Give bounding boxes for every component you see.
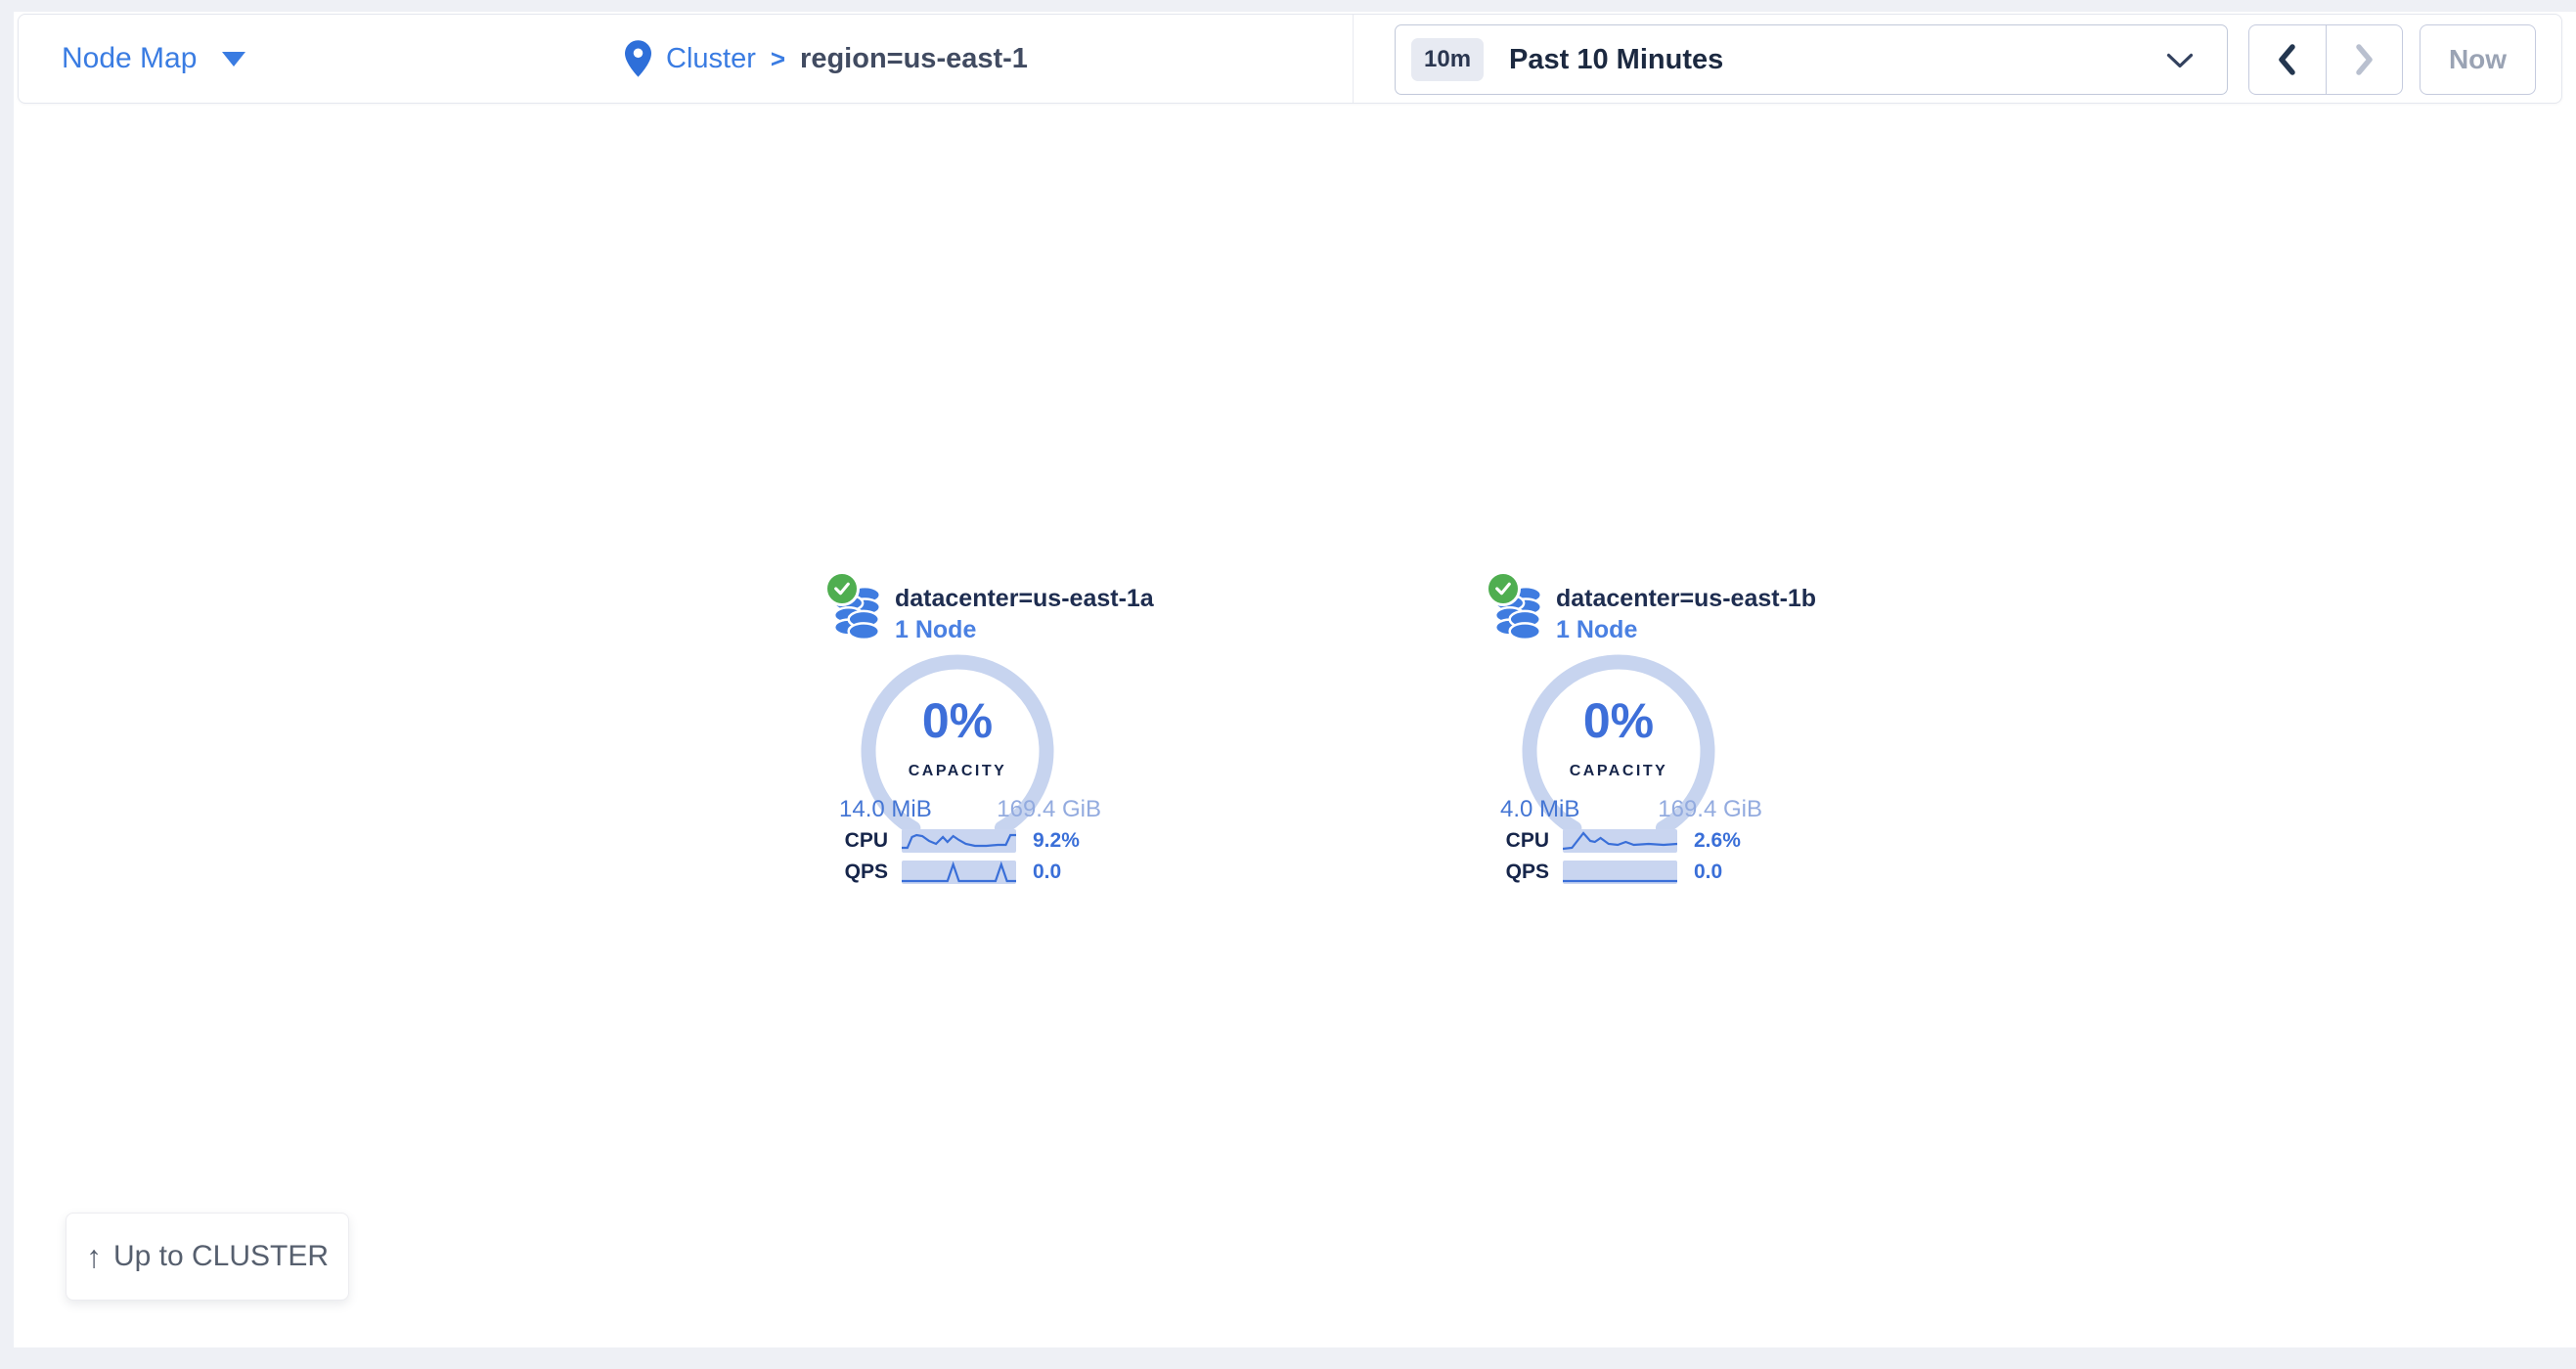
toolbar: Node Map Cluster > region=us-east-1 10m … <box>18 14 2562 104</box>
datacenter-icon-group <box>822 569 892 647</box>
qps-label: QPS <box>841 861 888 884</box>
chevron-left-icon <box>2277 43 2298 76</box>
node-map-canvas <box>14 12 2576 1347</box>
up-to-cluster-label: Up to CLUSTER <box>113 1240 329 1273</box>
datacenter-card-us-east-1b[interactable]: datacenter=us-east-1b 1 Node 0% CAPACITY… <box>1483 569 1776 902</box>
capacity-label: CAPACITY <box>1521 763 1716 780</box>
view-selector-label: Node Map <box>62 42 197 75</box>
check-circle-icon <box>1486 571 1521 606</box>
datacenter-card-us-east-1a[interactable]: datacenter=us-east-1a 1 Node 0% CAPACITY… <box>822 569 1115 902</box>
capacity-total: 169.4 GiB <box>997 796 1101 823</box>
qps-metric-row: QPS 0.0 <box>1502 861 1776 884</box>
metrics: CPU 2.6% QPS 0.0 <box>1502 829 1776 884</box>
capacity-values: 14.0 MiB 169.4 GiB <box>839 796 1101 823</box>
capacity-percent: 0% <box>860 692 1055 749</box>
qps-sparkline <box>1563 861 1677 884</box>
cpu-sparkline <box>902 829 1016 853</box>
capacity-used: 4.0 MiB <box>1500 796 1579 823</box>
datacenter-icon-group <box>1483 569 1553 647</box>
up-to-cluster-button[interactable]: ↑ Up to CLUSTER <box>66 1213 349 1301</box>
cpu-metric-row: CPU 2.6% <box>1502 829 1776 853</box>
qps-metric-row: QPS 0.0 <box>841 861 1115 884</box>
caret-down-icon <box>222 52 245 66</box>
cpu-label: CPU <box>1502 829 1549 853</box>
view-selector-dropdown[interactable]: Node Map <box>62 15 245 103</box>
qps-label: QPS <box>1502 861 1549 884</box>
qps-value: 0.0 <box>1033 861 1061 884</box>
capacity-used: 14.0 MiB <box>839 796 932 823</box>
metrics: CPU 9.2% QPS 0.0 <box>841 829 1115 884</box>
datacenter-name: datacenter=us-east-1a <box>895 585 1154 613</box>
datacenter-name: datacenter=us-east-1b <box>1556 585 1816 613</box>
qps-sparkline <box>902 861 1016 884</box>
capacity-percent: 0% <box>1521 692 1716 749</box>
datacenter-node-count: 1 Node <box>895 616 976 644</box>
check-circle-icon <box>824 571 860 606</box>
datacenter-node-count: 1 Node <box>1556 616 1637 644</box>
capacity-values: 4.0 MiB 169.4 GiB <box>1500 796 1762 823</box>
capacity-total: 169.4 GiB <box>1658 796 1762 823</box>
capacity-label: CAPACITY <box>860 763 1055 780</box>
cpu-value: 2.6% <box>1694 829 1741 853</box>
time-prev-button[interactable] <box>2249 25 2326 94</box>
time-window-badge: 10m <box>1411 38 1484 81</box>
breadcrumb-separator: > <box>771 44 785 74</box>
qps-value: 0.0 <box>1694 861 1722 884</box>
cpu-metric-row: CPU 9.2% <box>841 829 1115 853</box>
map-pin-icon <box>625 40 651 77</box>
breadcrumb-current: region=us-east-1 <box>800 43 1028 75</box>
toolbar-divider <box>1353 15 1354 103</box>
time-window-label: Past 10 Minutes <box>1509 44 1723 76</box>
breadcrumb-cluster-link[interactable]: Cluster <box>666 43 756 75</box>
time-window-dropdown[interactable]: 10m Past 10 Minutes <box>1395 24 2228 95</box>
cpu-label: CPU <box>841 829 888 853</box>
chevron-right-icon <box>2353 43 2375 76</box>
cpu-sparkline <box>1563 829 1677 853</box>
now-button[interactable]: Now <box>2420 24 2536 95</box>
time-nav-group <box>2248 24 2403 95</box>
arrow-up-icon: ↑ <box>86 1239 102 1275</box>
breadcrumb: Cluster > region=us-east-1 <box>625 15 1028 103</box>
time-next-button[interactable] <box>2326 25 2403 94</box>
chevron-down-icon <box>2166 53 2194 74</box>
cpu-value: 9.2% <box>1033 829 1080 853</box>
